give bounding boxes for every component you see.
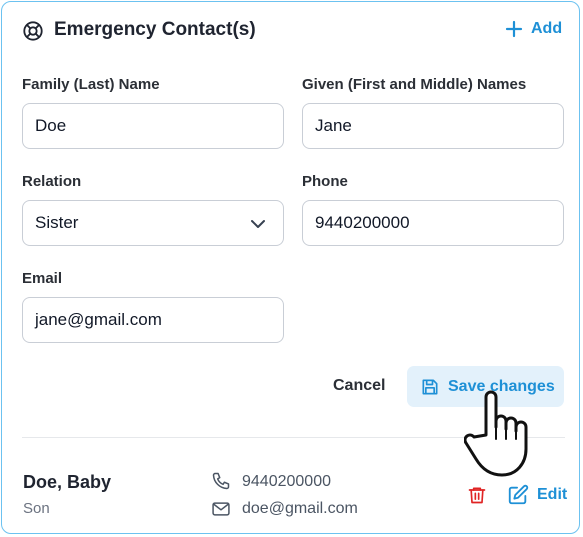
- trash-icon[interactable]: [467, 485, 487, 505]
- mail-icon: [212, 502, 230, 516]
- hand-pointer-cursor: [464, 390, 528, 477]
- phone-input[interactable]: 9440200000: [302, 200, 564, 246]
- add-contact-button[interactable]: Add: [505, 20, 562, 38]
- emergency-contacts-card: Emergency Contact(s) Add Family (Last) N…: [1, 1, 580, 534]
- plus-icon: [505, 20, 523, 38]
- relation-label: Relation: [22, 173, 82, 190]
- given-name-label: Given (First and Middle) Names: [302, 76, 527, 93]
- add-label: Add: [531, 20, 563, 37]
- given-name-input[interactable]: Jane: [302, 103, 564, 149]
- family-name-input[interactable]: Doe: [22, 103, 284, 149]
- email-input[interactable]: jane@gmail.com: [22, 297, 284, 343]
- phone-icon: [212, 472, 230, 490]
- lifebuoy-icon: [23, 21, 43, 41]
- save-icon: [422, 379, 438, 394]
- email-label: Email: [22, 270, 63, 287]
- phone-label: Phone: [302, 173, 348, 190]
- contact-email: doe@gmail.com: [242, 500, 358, 517]
- relation-select[interactable]: Sister: [22, 200, 284, 246]
- edit-contact-button[interactable]: Edit: [507, 484, 567, 506]
- cancel-button[interactable]: Cancel: [333, 377, 385, 395]
- contact-name: Doe, Baby: [23, 472, 112, 492]
- contact-relation: Son: [23, 500, 50, 517]
- contact-phone: 9440200000: [242, 473, 331, 490]
- relation-value: Sister: [35, 213, 79, 232]
- chevron-down-icon: [251, 220, 265, 228]
- edit-icon: [508, 484, 529, 505]
- family-name-label: Family (Last) Name: [22, 76, 160, 93]
- card-title: Emergency Contact(s): [54, 19, 256, 40]
- edit-label: Edit: [537, 486, 568, 503]
